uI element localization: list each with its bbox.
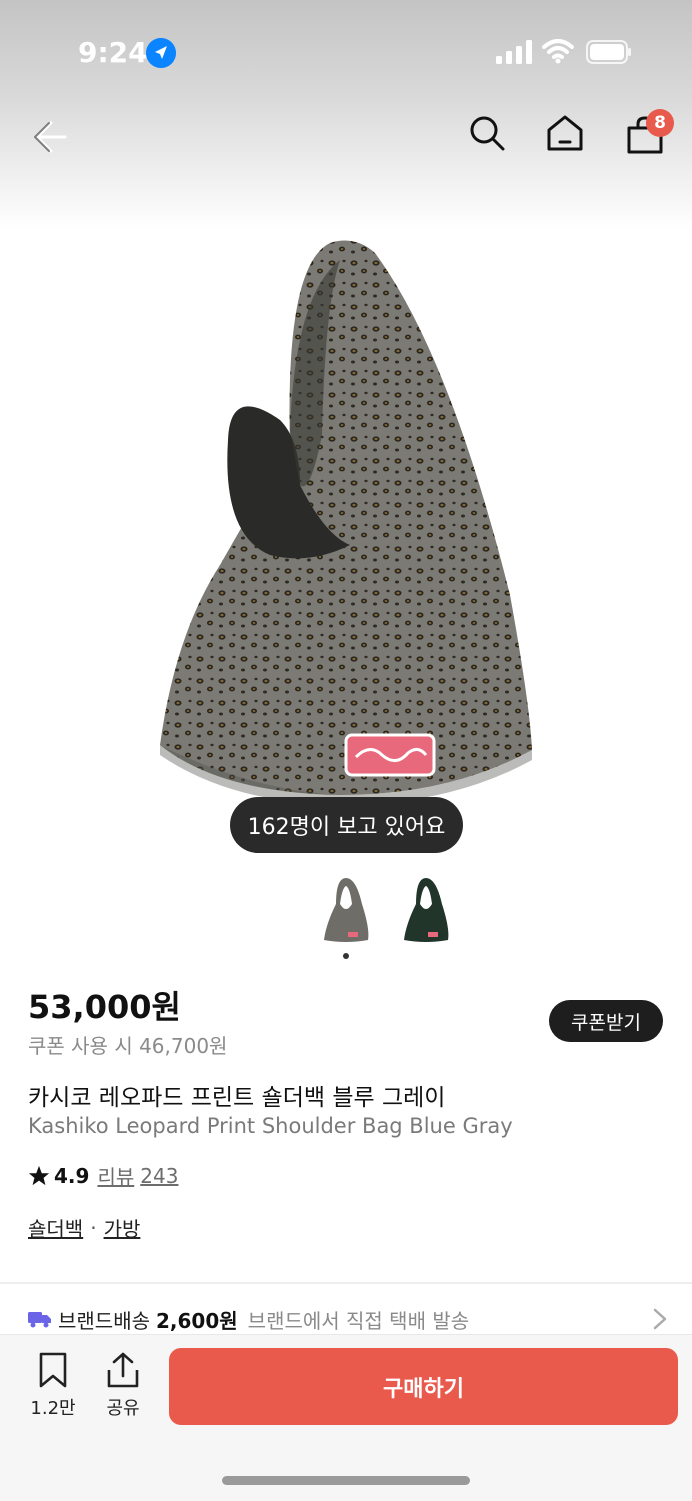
shipping-description: 브랜드에서 직접 택배 발송	[247, 1308, 470, 1333]
product-title-english: Kashiko Leopard Print Shoulder Bag Blue …	[28, 1114, 513, 1138]
category-link-bag[interactable]: 가방	[104, 1213, 141, 1242]
rating-value: 4.9	[54, 1163, 90, 1188]
review-link[interactable]: 리뷰	[97, 1161, 134, 1190]
coupon-price: 쿠폰 사용 시 46,700원	[28, 1034, 228, 1058]
section-divider	[0, 1282, 692, 1284]
wifi-icon	[542, 39, 574, 64]
status-bar: 9:24	[0, 0, 692, 100]
category-breadcrumb: 숄더백 · 가방	[28, 1213, 140, 1242]
rating-row: 4.9 리뷰 243	[28, 1161, 178, 1190]
battery-icon	[586, 40, 631, 64]
product-image[interactable]	[150, 235, 542, 805]
shipping-label: 브랜드배송	[58, 1308, 150, 1333]
buy-button[interactable]: 구매하기	[169, 1348, 678, 1425]
home-indicator	[222, 1476, 470, 1485]
product-title-korean: 카시코 레오파드 프린트 숄더백 블루 그레이	[28, 1085, 446, 1111]
cellular-signal-icon	[496, 40, 532, 64]
share-icon	[107, 1352, 139, 1388]
status-time: 9:24	[78, 36, 148, 69]
truck-icon	[28, 1312, 51, 1328]
thumbnail-green[interactable]	[400, 874, 452, 946]
share-button[interactable]: 공유	[98, 1352, 148, 1420]
coupon-button[interactable]: 쿠폰받기	[549, 1000, 663, 1042]
product-price: 53,000원	[28, 988, 181, 1026]
category-separator: ·	[90, 1215, 97, 1240]
thumbnail-gray[interactable]	[320, 874, 372, 946]
bookmark-button[interactable]: 1.2만	[28, 1352, 78, 1420]
star-icon	[28, 1165, 50, 1185]
review-count[interactable]: 243	[140, 1164, 178, 1188]
carousel-indicator	[343, 953, 349, 959]
search-button[interactable]	[462, 108, 512, 158]
bookmark-icon	[39, 1352, 67, 1388]
search-icon	[470, 116, 505, 151]
bookmark-count: 1.2만	[30, 1398, 76, 1419]
category-link-shoulder-bag[interactable]: 숄더백	[28, 1213, 83, 1242]
back-button[interactable]	[22, 110, 76, 164]
location-arrow-icon	[146, 38, 176, 68]
home-button[interactable]	[540, 108, 590, 158]
shipping-row[interactable]: 브랜드배송 2,600원 브랜드에서 직접 택배 발송	[28, 1304, 668, 1334]
cart-count-badge: 8	[646, 109, 674, 137]
viewers-count-pill: 162명이 보고 있어요	[230, 797, 463, 853]
shipping-price: 2,600원	[156, 1308, 238, 1333]
share-label: 공유	[106, 1398, 140, 1419]
chevron-right-icon	[653, 1308, 667, 1330]
back-arrow-icon	[34, 121, 67, 153]
home-icon	[547, 115, 583, 151]
